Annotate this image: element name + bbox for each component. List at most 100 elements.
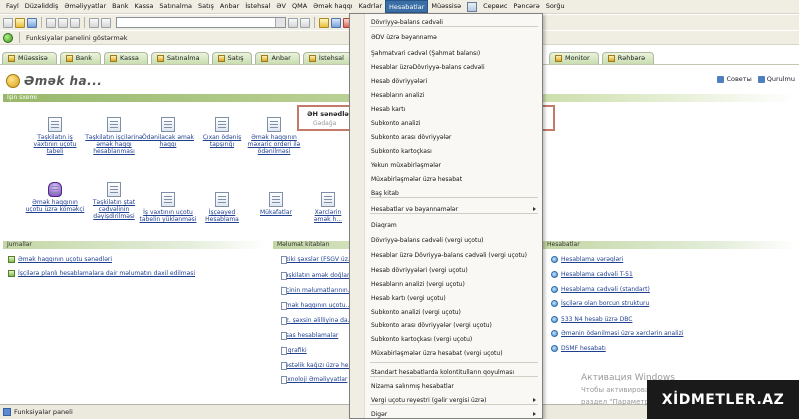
ref-employee-info[interactable]: İşçinin məlumatlarının... — [281, 286, 353, 295]
dropdown-item[interactable]: Vergi uçotu reyestri (gəlir vergisi üzrə… — [350, 394, 542, 407]
ref-work-schedule[interactable]: İş qrafiki — [281, 346, 307, 355]
menu-edit[interactable]: Düzəliddiş — [22, 0, 62, 13]
dropdown-item[interactable]: Müxabirləşmələr üzrə hesabat — [350, 173, 542, 186]
cut-icon[interactable] — [46, 17, 56, 28]
menu-warehouse[interactable]: Anbar — [217, 0, 242, 13]
menu-file[interactable]: Fayl — [3, 0, 22, 13]
report-payslips[interactable]: Hesablama vərəqləri — [551, 256, 623, 263]
report-standard-table[interactable]: Hesablama cədvəli (standart) — [551, 286, 650, 293]
print-icon[interactable] — [89, 17, 99, 28]
new-icon[interactable] — [3, 17, 13, 28]
menu-kassa[interactable]: Kassa — [131, 0, 156, 13]
save-icon[interactable] — [27, 17, 37, 28]
dropdown-item[interactable]: Digər — [350, 408, 542, 419]
ref-salary-accounting[interactable]: Əmək haqqının uçotu... — [281, 301, 351, 310]
tab-purchase[interactable]: Satınalma — [150, 52, 209, 64]
preview-icon[interactable] — [101, 17, 111, 28]
ref-main-calculations[interactable]: Əsas hesablamalar — [281, 331, 338, 340]
report-dsmf[interactable]: DSMF hesabatı — [551, 345, 606, 352]
tab-production[interactable]: İstehsal — [302, 52, 353, 64]
menu-ev[interactable]: ƏV — [273, 0, 289, 13]
dropdown-item[interactable]: Müxabirləşmələr üzrə hesabat (vergi uçot… — [350, 347, 542, 360]
dropdown-item[interactable]: Subkonto kartoçkası (vergi uçotu) — [350, 333, 542, 346]
menu-operations[interactable]: Əməliyyatlar — [61, 0, 109, 13]
dropdown-item[interactable]: Diaqram — [350, 219, 542, 232]
dropdown-item[interactable]: Hesab kartı — [350, 103, 542, 116]
dropdown-item[interactable]: Hesabların analizi (vergi uçotu) — [350, 278, 542, 291]
dropdown-item[interactable]: Dövriyyə-balans cədvəli — [350, 16, 542, 29]
calendar-icon[interactable] — [467, 1, 478, 12]
calculator-icon[interactable] — [319, 17, 329, 28]
report-expense-analysis[interactable]: Əmənin ödənilməsi üzrə xərclərin analizi — [551, 330, 683, 337]
dropdown-item[interactable]: Nizama salınmış hesabatlar — [350, 380, 542, 393]
dropdown-item[interactable]: Subkonto analizi — [350, 117, 542, 130]
doc-salary-payable[interactable]: Ödənilacak əmək haqqı — [138, 117, 198, 148]
report-debt-structure[interactable]: İşçilərə olan borcun strukturu — [551, 300, 649, 307]
tab-bank[interactable]: Bank — [59, 52, 102, 64]
help-icon[interactable] — [331, 17, 341, 28]
doc-calculation[interactable]: İşçəayed Hesablama — [192, 192, 252, 223]
dropdown-item[interactable]: ƏDV üzrə bəyannamə — [350, 31, 542, 44]
ref-labor-contracts[interactable]: Təşkilatın əmək doğlara... — [281, 271, 359, 280]
dropdown-item[interactable]: Hesabların analizi — [350, 89, 542, 102]
tab-sales[interactable]: Satış — [211, 52, 253, 64]
dropdown-item[interactable]: Hesabatlar və bəyannamələr — [350, 203, 542, 216]
journal-planned-calc[interactable]: İşçilərə planlı hesablamalara dair məlum… — [8, 270, 195, 277]
menu-purchase[interactable]: Satınalma — [156, 0, 195, 13]
find-next-icon[interactable] — [300, 17, 310, 28]
tab-kassa[interactable]: Kassa — [104, 52, 148, 64]
search-combo[interactable] — [116, 17, 286, 28]
dropdown-item[interactable]: Yekun müxabirləşmələr — [350, 159, 542, 172]
open-folder-icon[interactable] — [15, 17, 25, 28]
copy-icon[interactable] — [58, 17, 68, 28]
menu-qma[interactable]: QMA — [289, 0, 310, 13]
tab-enterprise[interactable]: Müəssisə — [2, 52, 57, 64]
ref-disability[interactable]: Fiz. şəxsin əlilliyinə da... — [281, 316, 353, 325]
dropdown-item[interactable]: Hesablar üzrə Dövriyyə-balans cədvəli (v… — [350, 249, 542, 262]
doc-salary-expenses[interactable]: Xərclərin əmək h... — [306, 192, 350, 223]
dropdown-item[interactable]: Şahmatvari cədvəl (Şahmat balansı) — [350, 47, 542, 60]
dropdown-item[interactable]: Hesab dövriyyələri (vergi uçotu) — [350, 264, 542, 277]
dropdown-item[interactable]: Subkonto analizi (vergi uçotu) — [350, 306, 542, 319]
dropdown-item[interactable]: Subkonto arası dövriyyələr (vergi uçotu) — [350, 319, 542, 332]
report-t51[interactable]: Hesablama cədvəli T-51 — [551, 271, 633, 278]
dropdown-item[interactable]: Baş kitab — [350, 187, 542, 200]
refresh-icon[interactable] — [3, 32, 13, 43]
doc-salary-calculation[interactable]: Təşkilatın işçilərinə əmək haqqı hesabla… — [84, 117, 144, 155]
menu-window[interactable]: Pəncərə — [510, 0, 542, 13]
doc-salary-assistant[interactable]: Əmək haqqının uçotu üzrə köməkçi — [25, 182, 85, 213]
tips-link[interactable]: Советы — [717, 75, 752, 83]
menu-reports[interactable]: Hesabatlar — [385, 0, 429, 13]
functions-panel-toggle[interactable]: Funksiyalar panelini göstərmək — [26, 34, 127, 42]
settings-link[interactable]: Qurulmu — [757, 75, 795, 83]
doc-staff-schedule-change[interactable]: Təşkilatın ştat cədvəlinin dəyişdirilməs… — [84, 182, 144, 220]
dropdown-item[interactable]: Dövriyyə-balans cədvəli (vergi uçotu) — [350, 234, 542, 247]
menu-salary[interactable]: Əmək haqqı — [310, 0, 355, 13]
dropdown-item[interactable]: Standart hesabatlarda kolontitulların qo… — [350, 366, 542, 379]
paste-icon[interactable] — [70, 17, 80, 28]
menu-sales[interactable]: Satış — [195, 0, 217, 13]
menu-enterprise[interactable]: Müəssisə — [428, 0, 464, 13]
journal-salary-docs[interactable]: Əmək haqqının uçotu sənədləri — [8, 256, 112, 263]
menu-production[interactable]: İstehsal — [242, 0, 273, 13]
dropdown-item[interactable]: Hesab kartı (vergi uçotu) — [350, 292, 542, 305]
doc-cash-expense-order[interactable]: Əmək haqqının məxaric orderi ilə ödənilm… — [244, 117, 304, 155]
doc-bonuses[interactable]: Mükafatlar — [256, 192, 296, 216]
report-533[interactable]: 533 N4 hesab üzrə DBC — [551, 316, 632, 323]
menu-personnel[interactable]: Kadrlar — [356, 0, 385, 13]
doc-time-tabel-upload[interactable]: İş vaxtının uçotu tabelin yüklənməsi — [138, 192, 198, 223]
menu-service[interactable]: Сервис — [480, 0, 510, 13]
dropdown-item[interactable]: Hesab dövriyyələri — [350, 75, 542, 88]
doc-payment-order[interactable]: Çıxan ödəniş tapşırığı — [192, 117, 252, 148]
dropdown-item[interactable]: Subkonto kartoçkası — [350, 145, 542, 158]
ref-individuals[interactable]: Fiziki şəxslər (FSGV üz... — [281, 255, 354, 264]
doc-time-tabel[interactable]: Təşkilatın iş vaxtının uçotu tabeli — [25, 117, 85, 155]
status-panel-label[interactable]: Funksiyalar paneli — [14, 408, 73, 416]
ref-tech-operations[interactable]: Texnoloji Əməliyyatlar — [281, 375, 347, 384]
tab-warehouse[interactable]: Anbar — [255, 52, 300, 64]
menu-query[interactable]: Sorğu — [543, 0, 568, 13]
find-icon[interactable] — [288, 17, 298, 28]
ref-sick-leave[interactable]: Xəstəlik kağızı üzrə he... — [281, 361, 354, 370]
menu-bank[interactable]: Bank — [109, 0, 131, 13]
tab-monitor[interactable]: Monitor — [548, 52, 599, 64]
